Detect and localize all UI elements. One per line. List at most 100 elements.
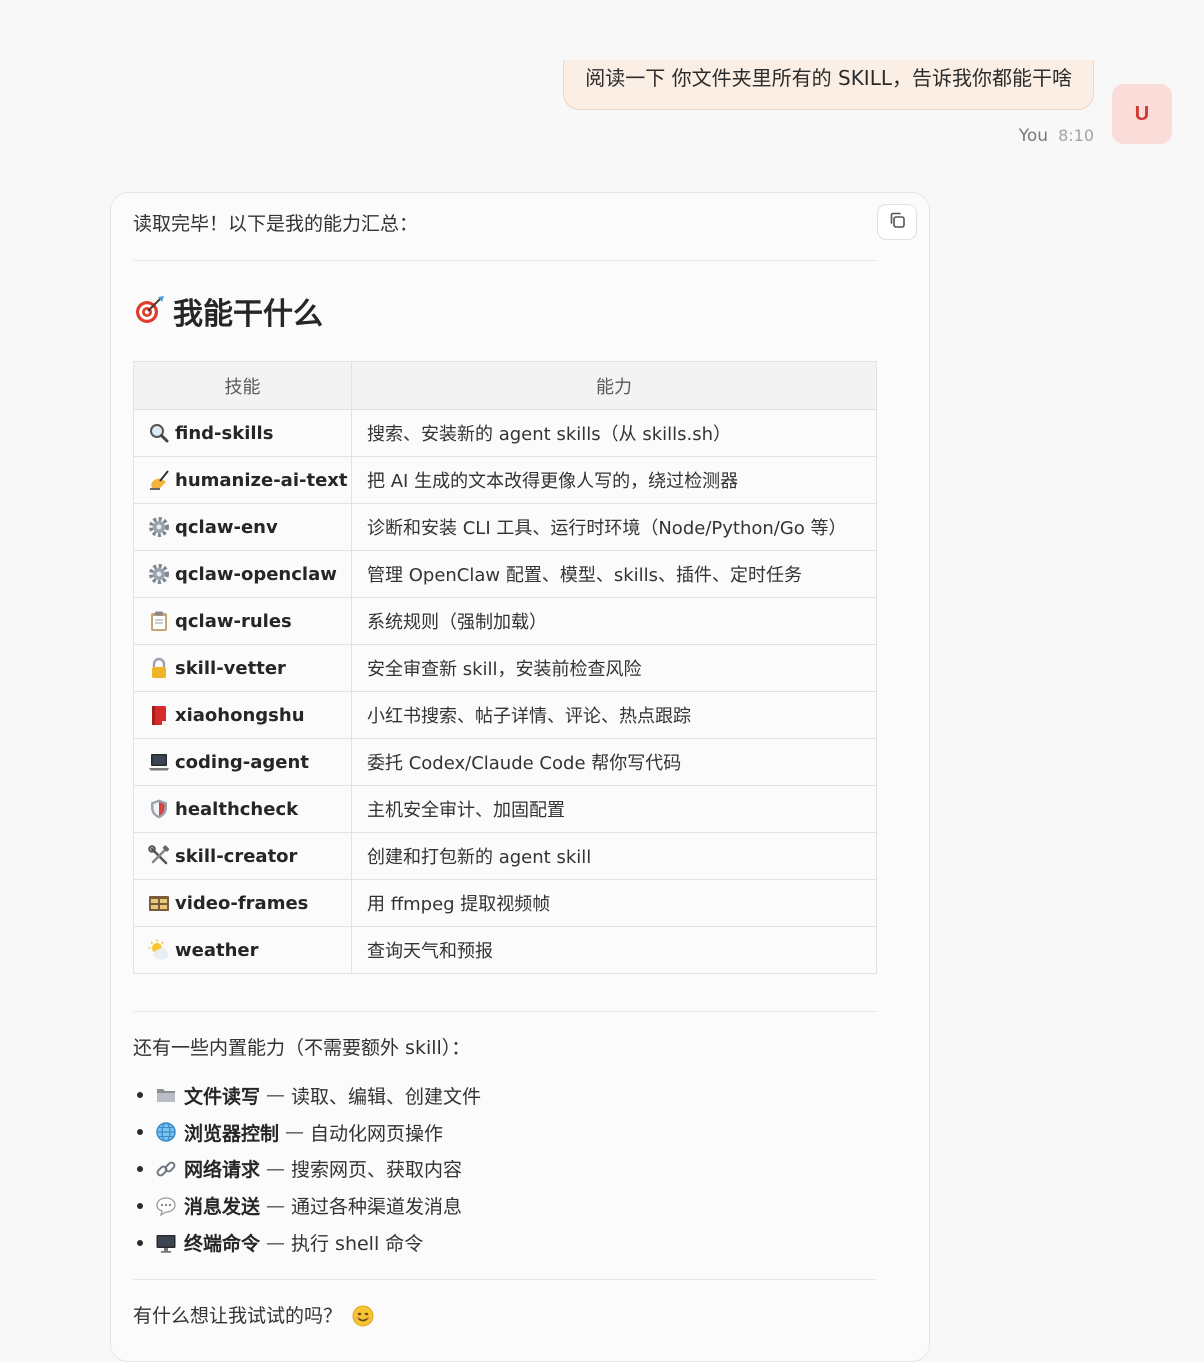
skill-name: humanize-ai-text bbox=[175, 469, 348, 491]
avatar[interactable]: U bbox=[1112, 84, 1172, 144]
skill-capability: 搜索、安装新的 agent skills（从 skills.sh） bbox=[351, 409, 877, 457]
skill-capability: 创建和打包新的 agent skill bbox=[351, 832, 877, 880]
desktop-icon bbox=[155, 1232, 177, 1254]
column-header-skill: 技能 bbox=[133, 361, 352, 410]
table-row: qclaw-openclaw 管理 OpenClaw 配置、模型、skills、… bbox=[133, 550, 877, 598]
list-item: 消息发送 — 通过各种渠道发消息 bbox=[133, 1187, 481, 1224]
bullet bbox=[137, 1129, 143, 1136]
table-row: skill-vetter 安全审查新 skill，安装前检查风险 bbox=[133, 644, 877, 692]
builtin-separator: — bbox=[266, 1194, 286, 1217]
table-header-row: 技能 能力 bbox=[133, 361, 877, 410]
list-item: 终端命令 — 执行 shell 命令 bbox=[133, 1224, 481, 1261]
link-icon bbox=[155, 1158, 177, 1180]
tools-icon bbox=[148, 845, 170, 867]
shield-icon bbox=[148, 798, 170, 820]
builtin-description: 执行 shell 命令 bbox=[291, 1233, 424, 1256]
divider bbox=[133, 1011, 876, 1012]
skill-capability: 安全审查新 skill，安装前检查风险 bbox=[351, 644, 877, 692]
closing-text-line: 有什么想让我试试的吗？ bbox=[133, 1300, 374, 1332]
skill-name: find-skills bbox=[175, 422, 274, 444]
smile-icon bbox=[352, 1305, 374, 1327]
table-row: video-frames 用 ffmpeg 提取视频帧 bbox=[133, 879, 877, 927]
skill-name: qclaw-rules bbox=[175, 610, 292, 632]
avatar-letter: U bbox=[1134, 102, 1150, 125]
laptop-icon bbox=[148, 751, 170, 773]
skill-capability: 查询天气和预报 bbox=[351, 926, 877, 974]
magnifier-icon bbox=[148, 422, 170, 444]
bullet bbox=[137, 1202, 143, 1209]
user-message-bubble: 阅读一下 你文件夹里所有的 SKILL，告诉我你都能干啥 bbox=[563, 60, 1094, 110]
section-heading: 我能干什么 bbox=[133, 289, 323, 333]
writing-hand-icon bbox=[148, 469, 170, 491]
builtin-description: 自动化网页操作 bbox=[310, 1122, 444, 1145]
builtin-description: 通过各种渠道发消息 bbox=[291, 1196, 463, 1219]
divider bbox=[133, 260, 876, 261]
sender-name: You bbox=[1018, 126, 1049, 146]
skill-name: qclaw-env bbox=[175, 516, 278, 538]
skill-capability: 用 ffmpeg 提取视频帧 bbox=[351, 879, 877, 927]
gear-icon bbox=[148, 563, 170, 585]
builtin-intro-text: 还有一些内置能力（不需要额外 skill）： bbox=[133, 1037, 471, 1059]
table-row: qclaw-rules 系统规则（强制加载） bbox=[133, 597, 877, 645]
divider bbox=[133, 1279, 876, 1280]
skill-name: skill-vetter bbox=[175, 657, 286, 679]
table-row: skill-creator 创建和打包新的 agent skill bbox=[133, 832, 877, 880]
sun-cloud-icon bbox=[148, 939, 170, 961]
table-row: humanize-ai-text 把 AI 生成的文本改得更像人写的，绕过检测器 bbox=[133, 456, 877, 504]
builtin-title: 文件读写 bbox=[184, 1085, 261, 1108]
target-icon bbox=[133, 292, 167, 330]
bullet bbox=[137, 1165, 143, 1172]
skill-name: weather bbox=[175, 939, 259, 961]
skill-name: skill-creator bbox=[175, 845, 298, 867]
skill-name: video-frames bbox=[175, 892, 309, 914]
user-message-meta: You 8:10 bbox=[1019, 125, 1094, 147]
skill-capability: 把 AI 生成的文本改得更像人写的，绕过检测器 bbox=[351, 456, 877, 504]
message-time: 8:10 bbox=[1058, 126, 1094, 145]
builtin-separator: — bbox=[285, 1121, 305, 1144]
skill-name: qclaw-openclaw bbox=[175, 563, 337, 585]
user-message-text: 阅读一下 你文件夹里所有的 SKILL，告诉我你都能干啥 bbox=[585, 66, 1072, 90]
builtin-separator: — bbox=[266, 1231, 286, 1254]
skill-capability: 小红书搜索、帖子详情、评论、热点跟踪 bbox=[351, 691, 877, 739]
table-row: qclaw-env 诊断和安装 CLI 工具、运行时环境（Node/Python… bbox=[133, 503, 877, 551]
skill-capability: 委托 Codex/Claude Code 帮你写代码 bbox=[351, 738, 877, 786]
table-row: xiaohongshu 小红书搜索、帖子详情、评论、热点跟踪 bbox=[133, 691, 877, 739]
builtin-title: 终端命令 bbox=[184, 1233, 261, 1256]
heading-text: 我能干什么 bbox=[173, 297, 323, 332]
globe-icon bbox=[155, 1121, 177, 1143]
table-row: find-skills 搜索、安装新的 agent skills（从 skill… bbox=[133, 409, 877, 457]
builtin-capabilities-list: 文件读写 — 读取、编辑、创建文件 浏览器控制 — 自动化网页操作 网络请求 — 搜索网页、… bbox=[133, 1077, 481, 1261]
skill-name: xiaohongshu bbox=[175, 704, 305, 726]
skill-name: healthcheck bbox=[175, 798, 299, 820]
bullet bbox=[137, 1239, 143, 1246]
lock-icon bbox=[148, 657, 170, 679]
folder-icon bbox=[155, 1084, 177, 1106]
list-item: 文件读写 — 读取、编辑、创建文件 bbox=[133, 1077, 481, 1114]
copy-icon bbox=[887, 210, 907, 234]
list-item: 网络请求 — 搜索网页、获取内容 bbox=[133, 1151, 481, 1188]
skill-capability: 管理 OpenClaw 配置、模型、skills、插件、定时任务 bbox=[351, 550, 877, 598]
builtin-title: 浏览器控制 bbox=[184, 1122, 280, 1145]
column-header-capability: 能力 bbox=[351, 361, 877, 410]
intro-text: 读取完毕！以下是我的能力汇总： bbox=[133, 213, 419, 235]
bullet bbox=[137, 1092, 143, 1099]
clipboard-icon bbox=[148, 610, 170, 632]
copy-button[interactable] bbox=[877, 204, 917, 240]
list-item: 浏览器控制 — 自动化网页操作 bbox=[133, 1114, 481, 1151]
builtin-description: 搜索网页、获取内容 bbox=[291, 1159, 463, 1182]
table-row: healthcheck 主机安全审计、加固配置 bbox=[133, 785, 877, 833]
gear-icon bbox=[148, 516, 170, 538]
skill-capability: 系统规则（强制加载） bbox=[351, 597, 877, 645]
skill-capability: 主机安全审计、加固配置 bbox=[351, 785, 877, 833]
builtin-title: 网络请求 bbox=[184, 1159, 261, 1182]
film-frames-icon bbox=[148, 892, 170, 914]
closing-text: 有什么想让我试试的吗？ bbox=[133, 1305, 343, 1327]
speech-bubble-icon bbox=[155, 1195, 177, 1217]
table-row: weather 查询天气和预报 bbox=[133, 926, 877, 974]
skills-table: 技能 能力 find-skills 搜索、安装新的 agent skills（从… bbox=[133, 361, 877, 974]
red-book-icon bbox=[148, 704, 170, 726]
builtin-description: 读取、编辑、创建文件 bbox=[291, 1085, 482, 1108]
table-row: coding-agent 委托 Codex/Claude Code 帮你写代码 bbox=[133, 738, 877, 786]
skill-name: coding-agent bbox=[175, 751, 309, 773]
assistant-message-card: 读取完毕！以下是我的能力汇总： 我能干什么 技能 能力 find-skills … bbox=[110, 192, 930, 1362]
